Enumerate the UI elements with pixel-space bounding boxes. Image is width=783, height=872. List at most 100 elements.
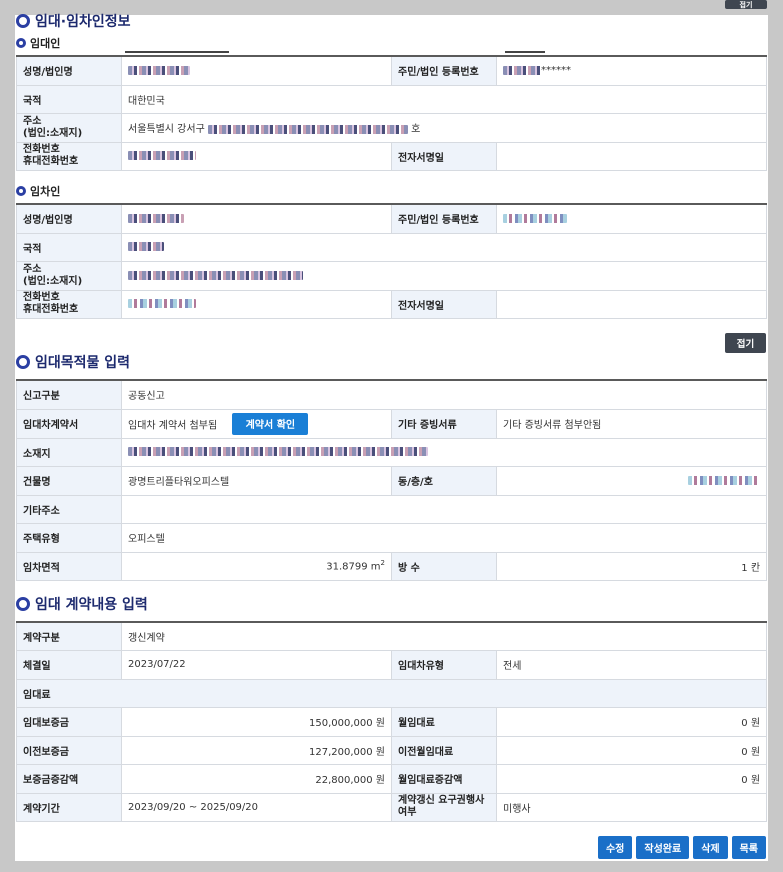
lease-type-value: 전세 [495, 649, 768, 680]
section-ring-icon [16, 14, 30, 28]
list-button[interactable]: 목록 [731, 836, 766, 859]
section-ring-icon [16, 355, 30, 369]
address-suffix: 호 [411, 124, 421, 135]
page-panel: 임대·임차인정보 임대인 성명/법인명 주민/법인 등록번호 ****** 국적… [15, 14, 768, 861]
lessee-esign-label: 전자서명일 [391, 289, 497, 319]
prev-deposit-value: 127,200,000 원 [121, 735, 392, 765]
bullet-icon [16, 38, 26, 48]
renewal-label: 계약갱신 요구권행사 여부 [391, 792, 497, 822]
bullet-icon [16, 186, 26, 196]
monthly-change-label: 월임대료증감액 [391, 763, 497, 794]
building-value: 광명트리플타워오피스텔 [121, 465, 392, 496]
lessor-address-value: 서울특별시 강서구 호 [121, 112, 767, 143]
lessee-phone-label: 전화번호 휴대전화번호 [16, 289, 122, 319]
lease-type-label: 임대차유형 [391, 649, 497, 680]
edit-button[interactable]: 수정 [597, 836, 633, 859]
housing-type-value: 오피스텔 [120, 522, 768, 553]
deposit-change-label: 보증금증감액 [16, 763, 122, 794]
prev-deposit-label: 이전보증금 [16, 735, 122, 765]
rent-header: 임대료 [15, 678, 768, 708]
lessor-address-label: 주소 (법인:소재지) [16, 112, 122, 143]
lessee-regno-value [496, 203, 767, 234]
contract-doc-label: 임대차계약서 [16, 408, 122, 439]
address-label-text: 주소 (법인:소재지) [23, 115, 83, 139]
renewal-value: 미행사 [495, 792, 768, 822]
lessee-phone-value [121, 289, 392, 319]
contract-doc-text: 임대차 계약서 첨부됨 [128, 420, 218, 431]
property-table: 신고구분 공동신고 임대차계약서 임대차 계약서 첨부됨 계약서 확인 기타 증… [16, 379, 768, 581]
lessor-name-value [121, 55, 392, 86]
area-text: 31.8799 m [326, 561, 381, 573]
renewal-label-text: 계약갱신 요구권행사 여부 [398, 795, 485, 818]
lessee-nationality-value [121, 232, 767, 262]
delete-button[interactable]: 삭제 [693, 836, 728, 859]
deposit-label: 임대보증금 [16, 706, 122, 737]
lessee-address-value [121, 260, 767, 291]
divider [125, 51, 229, 53]
period-label: 계약기간 [16, 792, 122, 822]
lessor-table: 성명/법인명 주민/법인 등록번호 ****** 국적 대한민국 주소 (법인:… [16, 55, 767, 171]
contract-table: 계약구분 갱신계약 체결일 2023/07/22 임대차유형 전세 임대료 임대… [15, 621, 768, 822]
address-prefix: 서울특별시 강서구 [128, 124, 205, 135]
other-addr-label: 기타주소 [16, 494, 122, 524]
section-contract-title: 임대 계약내용 입력 [16, 594, 148, 614]
other-docs-label: 기타 증빙서류 [391, 408, 497, 439]
lessor-nationality-value: 대한민국 [121, 84, 767, 114]
section-title-text: 임대·임차인정보 [35, 14, 131, 30]
contract-confirm-button[interactable]: 계약서 확인 [232, 412, 309, 435]
section-ring-icon [16, 597, 30, 611]
unit-value [495, 465, 768, 496]
address-label-text: 주소 (법인:소재지) [23, 263, 83, 287]
area-unit-sup: 2 [380, 559, 385, 568]
divider [505, 51, 545, 53]
sign-date-value: 2023/07/22 [121, 649, 392, 680]
period-value: 2023/09/20 ~ 2025/09/20 [121, 792, 392, 822]
report-type-value: 공동신고 [120, 379, 768, 410]
lessor-name-label: 성명/법인명 [16, 55, 122, 86]
other-addr-value [120, 494, 768, 524]
area-label: 임차면적 [16, 551, 122, 581]
deposit-value: 150,000,000 원 [121, 706, 392, 737]
lessor-phone-value [121, 141, 392, 171]
unit-label: 동/층/호 [391, 465, 497, 496]
lessee-regno-label: 주민/법인 등록번호 [391, 203, 497, 234]
lessee-table: 성명/법인명 주민/법인 등록번호 국적 주소 (법인:소재지) 전화번호 휴대… [16, 203, 767, 319]
monthly-label: 월임대료 [391, 706, 497, 737]
prev-monthly-value: 0 원 [495, 735, 768, 765]
lessor-regno-value: ****** [496, 55, 767, 86]
rooms-label: 방 수 [391, 551, 497, 581]
regno-suffix: ****** [541, 65, 571, 77]
location-value [120, 437, 768, 467]
complete-button[interactable]: 작성완료 [636, 836, 690, 859]
location-label: 소재지 [16, 437, 122, 467]
phone-label-text: 전화번호 휴대전화번호 [23, 144, 79, 167]
lessee-address-label: 주소 (법인:소재지) [16, 260, 122, 291]
fold-button-top[interactable]: 접기 [725, 0, 767, 9]
contract-type-label: 계약구분 [16, 621, 122, 651]
section-title-text: 임대목적물 입력 [35, 355, 131, 371]
footer-buttons: 수정 작성완료 삭제 목록 [597, 836, 766, 859]
lessor-subtitle: 임대인 [16, 35, 60, 51]
lessee-name-label: 성명/법인명 [16, 203, 122, 234]
contract-type-value: 갱신계약 [120, 621, 768, 651]
other-docs-value: 기타 증빙서류 첨부안됨 [495, 408, 768, 439]
lessee-esign-value [496, 289, 767, 319]
section-title-text: 임대 계약내용 입력 [35, 597, 148, 613]
fold-button[interactable]: 접기 [725, 333, 766, 353]
lessor-esign-value [496, 141, 767, 171]
contract-doc-value: 임대차 계약서 첨부됨 계약서 확인 [121, 408, 392, 439]
building-label: 건물명 [16, 465, 122, 496]
housing-type-label: 주택유형 [16, 522, 122, 553]
rooms-value: 1 칸 [495, 551, 768, 581]
monthly-value: 0 원 [495, 706, 768, 737]
section-lessor-lessee-title: 임대·임차인정보 [16, 11, 130, 31]
lessor-phone-label: 전화번호 휴대전화번호 [16, 141, 122, 171]
lessor-title-text: 임대인 [30, 37, 61, 50]
monthly-change-value: 0 원 [495, 763, 768, 794]
lessor-esign-label: 전자서명일 [391, 141, 497, 171]
area-value: 31.8799 m2 [121, 551, 392, 581]
report-type-label: 신고구분 [16, 379, 122, 410]
lessor-regno-label: 주민/법인 등록번호 [391, 55, 497, 86]
lessor-nationality-label: 국적 [16, 84, 122, 114]
lessee-title-text: 임차인 [30, 185, 61, 198]
